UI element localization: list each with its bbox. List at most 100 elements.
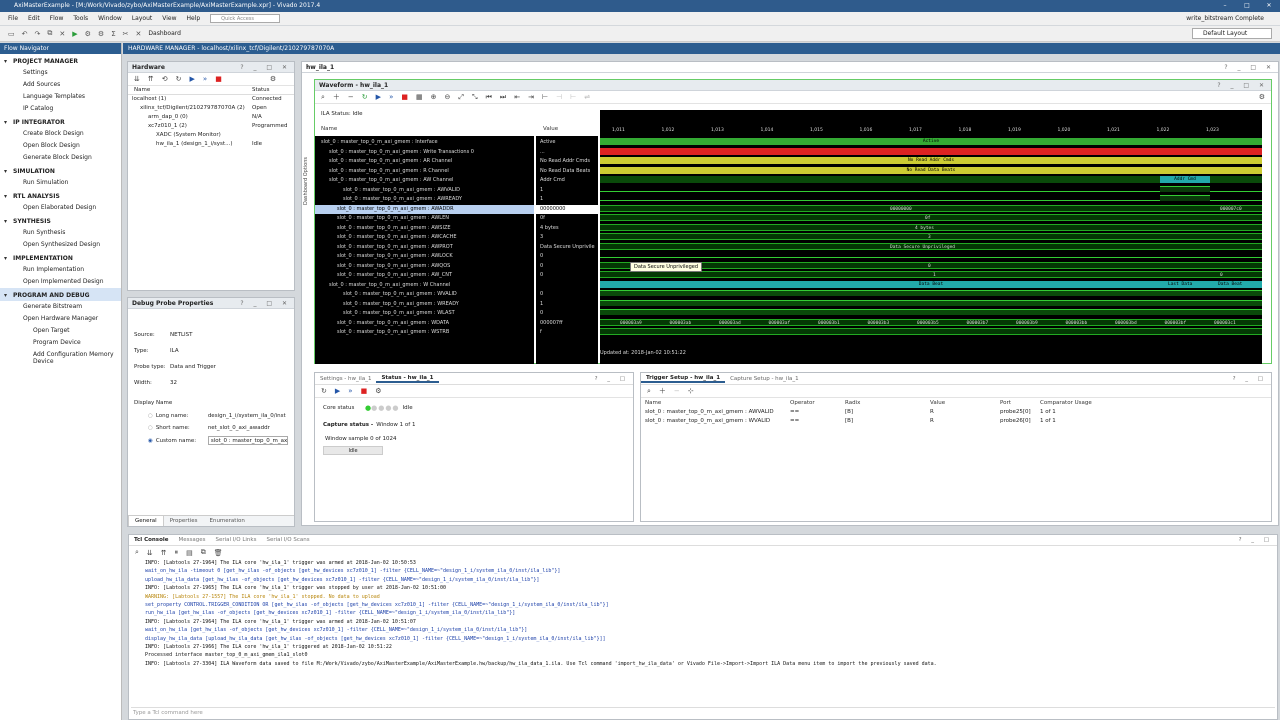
- flow-section-0[interactable]: PROJECT MANAGER: [0, 54, 121, 67]
- flow-item-1-1[interactable]: Open Block Design: [0, 140, 121, 152]
- tab-status[interactable]: Status - hw_ila_1: [376, 375, 439, 383]
- flow-section-6[interactable]: PROGRAM AND DEBUG: [0, 288, 121, 301]
- copy-icon[interactable]: ⧉: [201, 548, 206, 557]
- signal-row[interactable]: slot_0 : master_top_0_m_axi_gmem : W Cha…: [315, 281, 534, 291]
- signal-row[interactable]: slot_0 : master_top_0_m_axi_gmem : Write…: [315, 148, 534, 158]
- dashboard-button[interactable]: Dashboard: [148, 30, 181, 37]
- menu-edit[interactable]: Edit: [28, 15, 40, 22]
- close-icon[interactable]: ✕: [1258, 0, 1280, 12]
- add-icon[interactable]: ＋: [333, 92, 340, 102]
- custom-name-radio[interactable]: ◉: [148, 435, 153, 448]
- long-name-radio[interactable]: ○: [148, 410, 153, 423]
- signal-row[interactable]: slot_0 : master_top_0_m_axi_gmem : R Cha…: [315, 167, 534, 177]
- pause-icon[interactable]: ⏸: [175, 548, 179, 557]
- signal-row[interactable]: slot_0 : master_top_0_m_axi_gmem : WVALI…: [315, 290, 534, 300]
- flow-item-4-1[interactable]: Open Synthesized Design: [0, 239, 121, 251]
- tab-serial-io-scans[interactable]: Serial I/O Scans: [261, 537, 314, 543]
- tab-messages[interactable]: Messages: [173, 537, 210, 543]
- flow-item-4-0[interactable]: Run Synthesis: [0, 227, 121, 239]
- menu-layout[interactable]: Layout: [132, 15, 152, 22]
- tool-icon[interactable]: ✂: [123, 30, 129, 38]
- flow-subitem-0[interactable]: Open Target: [0, 325, 121, 337]
- flow-item-0-0[interactable]: Settings: [0, 67, 121, 79]
- flow-item-6-0[interactable]: Generate Bitstream: [0, 301, 121, 313]
- menu-help[interactable]: Help: [186, 15, 200, 22]
- auto-rearm-icon[interactable]: ↻: [321, 387, 327, 395]
- trigger-cell[interactable]: ==: [790, 408, 845, 417]
- signal-row[interactable]: slot_0 : master_top_0_m_axi_gmem : AWPRO…: [315, 243, 534, 253]
- collapse-all-icon[interactable]: ⇊: [147, 549, 153, 557]
- layout-dropdown[interactable]: Default Layout: [1192, 28, 1272, 39]
- menu-flow[interactable]: Flow: [50, 15, 64, 22]
- signal-row[interactable]: slot_0 : master_top_0_m_axi_gmem : WDATA: [315, 319, 534, 329]
- waveform-canvas[interactable]: 1,011 1,012 1,013 1,014 1,015 1,016 1,017 1,018…: [600, 110, 1262, 364]
- run-trigger-icon[interactable]: ▶: [335, 387, 340, 395]
- tab-tcl-console[interactable]: Tcl Console: [129, 537, 173, 543]
- go-end-icon[interactable]: ⏭: [500, 93, 506, 102]
- quick-access-input[interactable]: Quick Access: [210, 14, 281, 23]
- signal-row[interactable]: slot_0 : master_top_0_m_axi_gmem : AWCAC…: [315, 233, 534, 243]
- custom-name-input[interactable]: slot_0 : master_top_0_m_axi: [207, 436, 288, 446]
- remove-icon[interactable]: −: [348, 93, 354, 101]
- trigger-cell[interactable]: ==: [790, 417, 845, 426]
- tab-settings[interactable]: Settings - hw_ila_1: [315, 376, 376, 382]
- prev-edge-icon[interactable]: ⇤: [514, 93, 520, 101]
- flow-section-3[interactable]: RTL ANALYSIS: [0, 189, 121, 202]
- signal-row[interactable]: slot_0 : master_top_0_m_axi_gmem : Inter…: [315, 138, 534, 148]
- trigger-condition-icon[interactable]: ⊹: [688, 387, 694, 395]
- expand-icon[interactable]: ⇈: [148, 75, 154, 83]
- signal-row[interactable]: slot_0 : master_top_0_m_axi_gmem : AWADD…: [315, 204, 534, 214]
- flow-section-1[interactable]: IP INTEGRATOR: [0, 115, 121, 128]
- settings-icon[interactable]: ⚙: [98, 30, 104, 38]
- stop-trigger-icon[interactable]: ■: [361, 387, 368, 395]
- signal-row[interactable]: slot_0 : master_top_0_m_axi_gmem : AWLOC…: [315, 252, 534, 262]
- hw-tree-row[interactable]: XADC (System Monitor): [128, 131, 294, 140]
- trigger-cell[interactable]: R: [930, 417, 1000, 426]
- signal-row[interactable]: slot_0 : master_top_0_m_axi_gmem : AWREA…: [315, 195, 534, 205]
- flow-item-1-0[interactable]: Create Block Design: [0, 128, 121, 140]
- hw-tree-row[interactable]: arm_dap_0 (0) N/A: [128, 113, 294, 122]
- flow-item-5-1[interactable]: Open Implemented Design: [0, 276, 121, 288]
- add-probe-icon[interactable]: ＋: [659, 386, 666, 396]
- search-icon[interactable]: ⌕: [647, 387, 651, 396]
- settings-icon[interactable]: ⚙: [1259, 93, 1265, 101]
- gear-icon[interactable]: ⚙: [270, 75, 276, 83]
- trigger-row[interactable]: slot_0 : master_top_0_m_axi_gmem : AWVAL…: [641, 408, 1271, 417]
- expand-all-icon[interactable]: ⇈: [161, 549, 167, 557]
- signal-row[interactable]: slot_0 : master_top_0_m_axi_gmem : AWVAL…: [315, 186, 534, 196]
- page-icon[interactable]: ▤: [186, 549, 193, 557]
- tab-trigger-setup[interactable]: Trigger Setup - hw_ila_1: [641, 375, 726, 383]
- flow-item-2-0[interactable]: Run Simulation: [0, 177, 121, 189]
- signal-row[interactable]: slot_0 : master_top_0_m_axi_gmem : AW_CN…: [315, 271, 534, 281]
- flow-section-4[interactable]: SYNTHESIS: [0, 214, 121, 227]
- sigma-icon[interactable]: Σ: [111, 30, 115, 38]
- run-immediate-icon[interactable]: »: [203, 75, 207, 83]
- refresh-icon[interactable]: ↻: [176, 75, 182, 83]
- compile-icon[interactable]: ⚙: [85, 30, 91, 38]
- flow-item-0-1[interactable]: Add Sources: [0, 79, 121, 91]
- flow-item-0-2[interactable]: Language Templates: [0, 91, 121, 103]
- flow-subitem-2[interactable]: Add Configuration Memory Device: [0, 349, 121, 368]
- flow-subitem-1[interactable]: Program Device: [0, 337, 121, 349]
- signal-row[interactable]: slot_0 : master_top_0_m_axi_gmem : WSTRB: [315, 328, 534, 338]
- next-marker-icon[interactable]: ⊢: [570, 93, 576, 101]
- prev-marker-icon[interactable]: ⊣: [556, 93, 562, 101]
- hw-tree-row[interactable]: xc7z010_1 (2) Programmed: [128, 122, 294, 131]
- go-cursor-icon[interactable]: ⤡: [472, 93, 478, 102]
- maximize-icon[interactable]: □: [1236, 0, 1258, 12]
- tab-enumeration[interactable]: Enumeration: [203, 516, 250, 526]
- flow-item-3-0[interactable]: Open Elaborated Design: [0, 202, 121, 214]
- redo-icon[interactable]: ↷: [35, 30, 41, 38]
- tab-serial-io-links[interactable]: Serial I/O Links: [210, 537, 261, 543]
- menu-file[interactable]: File: [8, 15, 18, 22]
- trigger-cell[interactable]: R: [930, 408, 1000, 417]
- tab-capture-setup[interactable]: Capture Setup - hw_ila_1: [725, 376, 804, 382]
- search-icon[interactable]: ⌕: [135, 548, 139, 557]
- flow-item-6-1[interactable]: Open Hardware Manager: [0, 313, 121, 325]
- play-icon[interactable]: ▶: [376, 93, 381, 101]
- run-icon[interactable]: ▶: [72, 30, 77, 38]
- stop-icon[interactable]: ■: [215, 75, 222, 83]
- flow-item-0-3[interactable]: IP Catalog: [0, 103, 121, 115]
- dashboard-options-tab[interactable]: Dashboard Options: [303, 95, 313, 205]
- signal-row[interactable]: slot_0 : master_top_0_m_axi_gmem : AWQOS: [315, 262, 534, 272]
